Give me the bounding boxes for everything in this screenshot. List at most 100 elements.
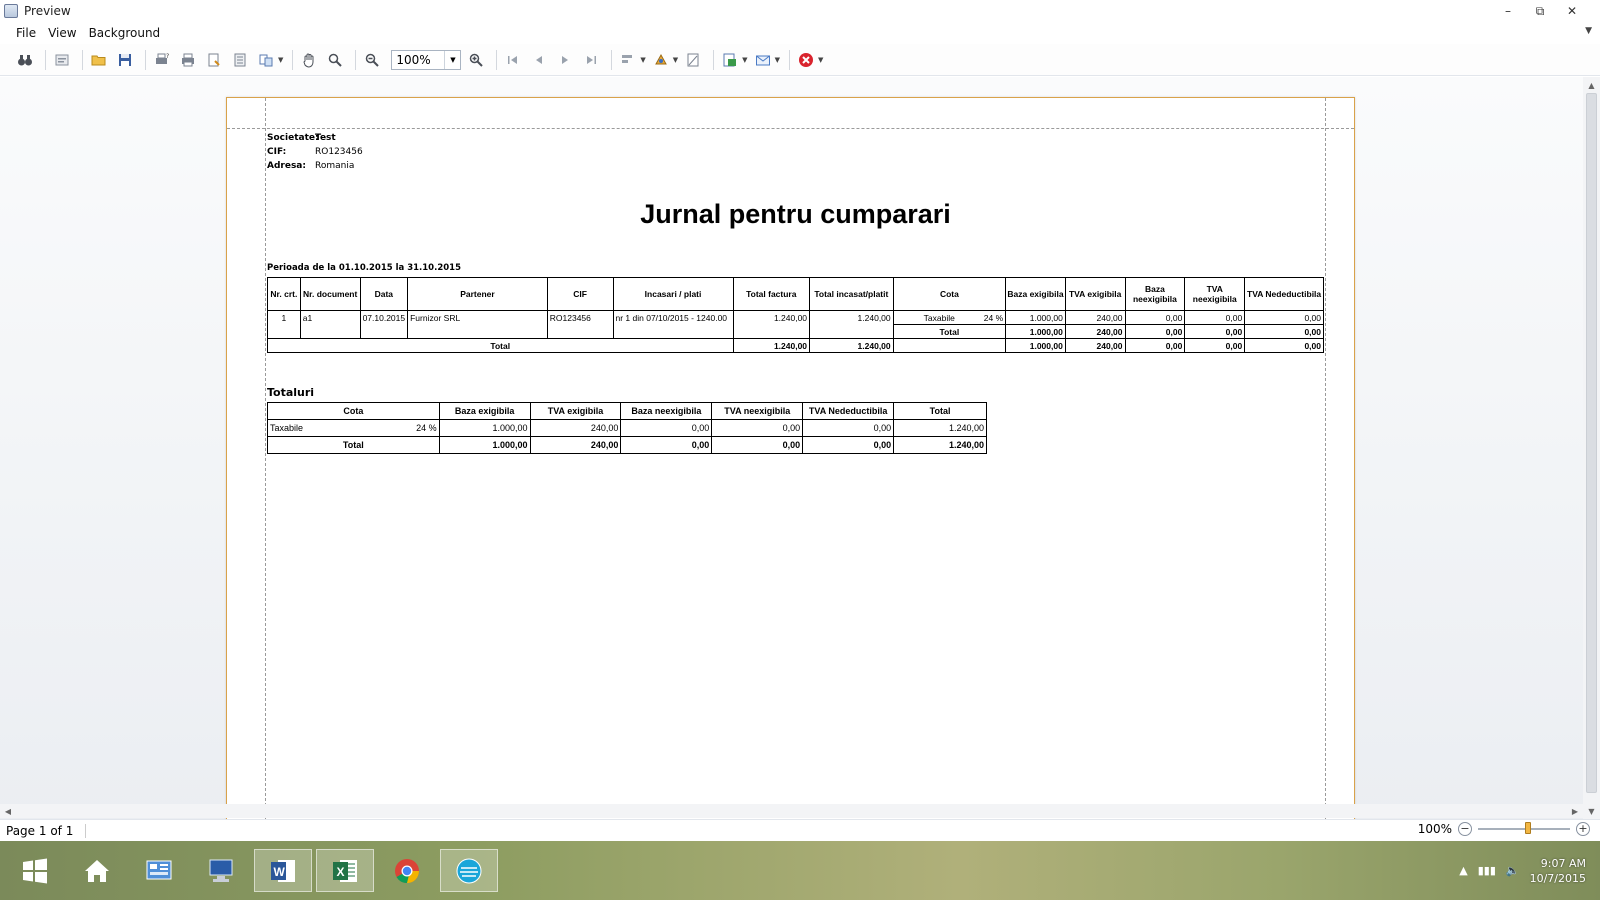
hand-tool-button[interactable] [298,49,320,71]
vertical-scrollbar[interactable]: ▲ ▼ [1583,77,1600,819]
taskbar-preview-app[interactable] [440,849,498,892]
title-bar: Preview – ⧉ ✕ [0,0,1600,22]
watermark-dropdown[interactable]: ▼ [673,56,678,64]
scroll-down-icon[interactable]: ▼ [1583,803,1600,819]
taskbar-word[interactable]: W [254,849,312,892]
menu-view[interactable]: View [42,26,82,40]
computer-icon [209,859,233,882]
preview-app-icon [456,858,482,883]
previous-page-icon [536,55,543,64]
horizontal-scrollbar[interactable]: ◀ ▶ [0,804,1583,818]
col-header: Partener [407,277,548,311]
totaluri-tva-nedeductibila: 0,00 [802,419,895,437]
page-color-button[interactable] [617,49,639,71]
save-button[interactable] [114,49,136,71]
open-button[interactable] [88,49,110,71]
scale-button[interactable] [229,49,251,71]
next-page-button[interactable] [554,49,576,71]
totaluri-baza-neexigibila: 0,00 [620,419,713,437]
minimize-button[interactable]: – [1494,2,1522,20]
clock[interactable]: 9:07 AM 10/7/2015 [1530,856,1586,886]
show-hidden-icons-icon[interactable]: ▲ [1459,864,1467,877]
find-button[interactable] [14,49,36,71]
cell-baza-exigibila: 1.000,00 [1005,310,1066,325]
watermark-icon [654,53,667,64]
col-header: Data [359,277,409,311]
adresa-value: Romania [315,161,355,171]
taskbar-chrome[interactable] [378,849,436,892]
col-header: Baza neexigibila [1124,277,1186,311]
restore-button[interactable]: ⧉ [1526,2,1554,20]
preview-area[interactable]: Societate: Test CIF: RO123456 Adresa: Ro… [0,77,1600,819]
multiple-pages-button[interactable] [255,49,277,71]
grand-total-invoice: 1.240,00 [732,338,811,353]
totaluri-title: Totaluri [267,386,315,399]
taskbar-home[interactable] [68,849,126,892]
page-setup-button[interactable] [203,49,225,71]
adresa-label: Adresa: [267,161,306,171]
close-button[interactable]: ✕ [1558,2,1586,20]
scroll-up-icon[interactable]: ▲ [1583,77,1600,93]
chevron-down-icon[interactable]: ▼ [1585,26,1592,36]
zoom-dropdown-icon[interactable]: ▼ [444,50,460,69]
last-page-button[interactable] [580,49,602,71]
cell-tva-nedeductibila: 0,00 [1244,310,1324,325]
totaluri-cota: Taxabile 24 % [267,419,440,437]
zoom-slider[interactable] [1478,822,1570,834]
export-button[interactable] [719,49,741,71]
col-header: Nr. document [299,277,361,311]
volume-icon[interactable]: 🔈 [1506,864,1520,877]
home-icon [85,859,109,882]
first-page-icon [508,55,518,64]
print-dialog-button[interactable]: ? [151,49,173,71]
binoculars-icon [18,54,32,65]
col-header: Total incasat/platit [809,277,894,311]
table-row: Taxabile 24 % 1.000,00 240,00 0,00 0,00 0… [267,419,987,437]
totaluri-tva-exigibila: 240,00 [529,419,622,437]
zoom-in-button[interactable] [465,49,487,71]
grand-total-cota [892,338,1007,353]
magnifier-button[interactable] [324,49,346,71]
zoom-minus-button[interactable]: − [1458,822,1472,836]
cell-total-paid: 1.240,00 [809,310,894,339]
scale-icon [234,53,246,66]
taskbar: W X ▲ ▮▮▮ 🔈 9:07 AM 10/7/2015 [0,841,1600,900]
totaluri-header-row: Cota Baza exigibila TVA exigibila Baza n… [267,402,987,420]
menu-file[interactable]: File [10,26,42,40]
cell-document: a1 [299,310,361,339]
col-header: TVA exigibila [529,402,622,420]
send-email-dropdown[interactable]: ▼ [775,56,780,64]
vertical-scroll-thumb[interactable] [1586,93,1597,793]
zoom-plus-button[interactable]: + [1576,822,1590,836]
col-header: CIF [546,277,614,311]
network-icon[interactable]: ▮▮▮ [1478,864,1496,877]
cell-baza-neexigibila: 0,00 [1124,310,1186,325]
start-button[interactable] [6,849,64,892]
print-button[interactable] [177,49,199,71]
previous-page-button[interactable] [528,49,550,71]
toolbar-overflow-dropdown[interactable]: ▼ [818,56,823,64]
zoom-input[interactable] [392,50,445,69]
watermark-edit-button[interactable] [682,49,704,71]
taskbar-control-panel[interactable] [130,849,188,892]
taskbar-computer[interactable] [192,849,250,892]
scroll-left-icon[interactable]: ◀ [0,804,16,818]
close-preview-button[interactable] [795,49,817,71]
scroll-right-icon[interactable]: ▶ [1567,804,1583,818]
zoom-combobox[interactable]: ▼ [391,49,462,70]
page-color-dropdown[interactable]: ▼ [640,56,645,64]
send-email-button[interactable] [752,49,774,71]
margin-guide-top [227,128,1354,129]
export-icon [723,53,737,66]
watermark-button[interactable] [650,49,672,71]
taskbar-excel[interactable]: X [316,849,374,892]
zoom-slider-knob[interactable] [1525,822,1532,834]
multiple-pages-dropdown[interactable]: ▼ [278,56,283,64]
floppy-disk-icon [119,53,131,66]
edit-page-button[interactable] [51,49,73,71]
export-dropdown[interactable]: ▼ [742,56,747,64]
menu-background[interactable]: Background [83,26,167,40]
window-title: Preview [24,4,71,18]
zoom-out-button[interactable] [361,49,383,71]
first-page-button[interactable] [502,49,524,71]
